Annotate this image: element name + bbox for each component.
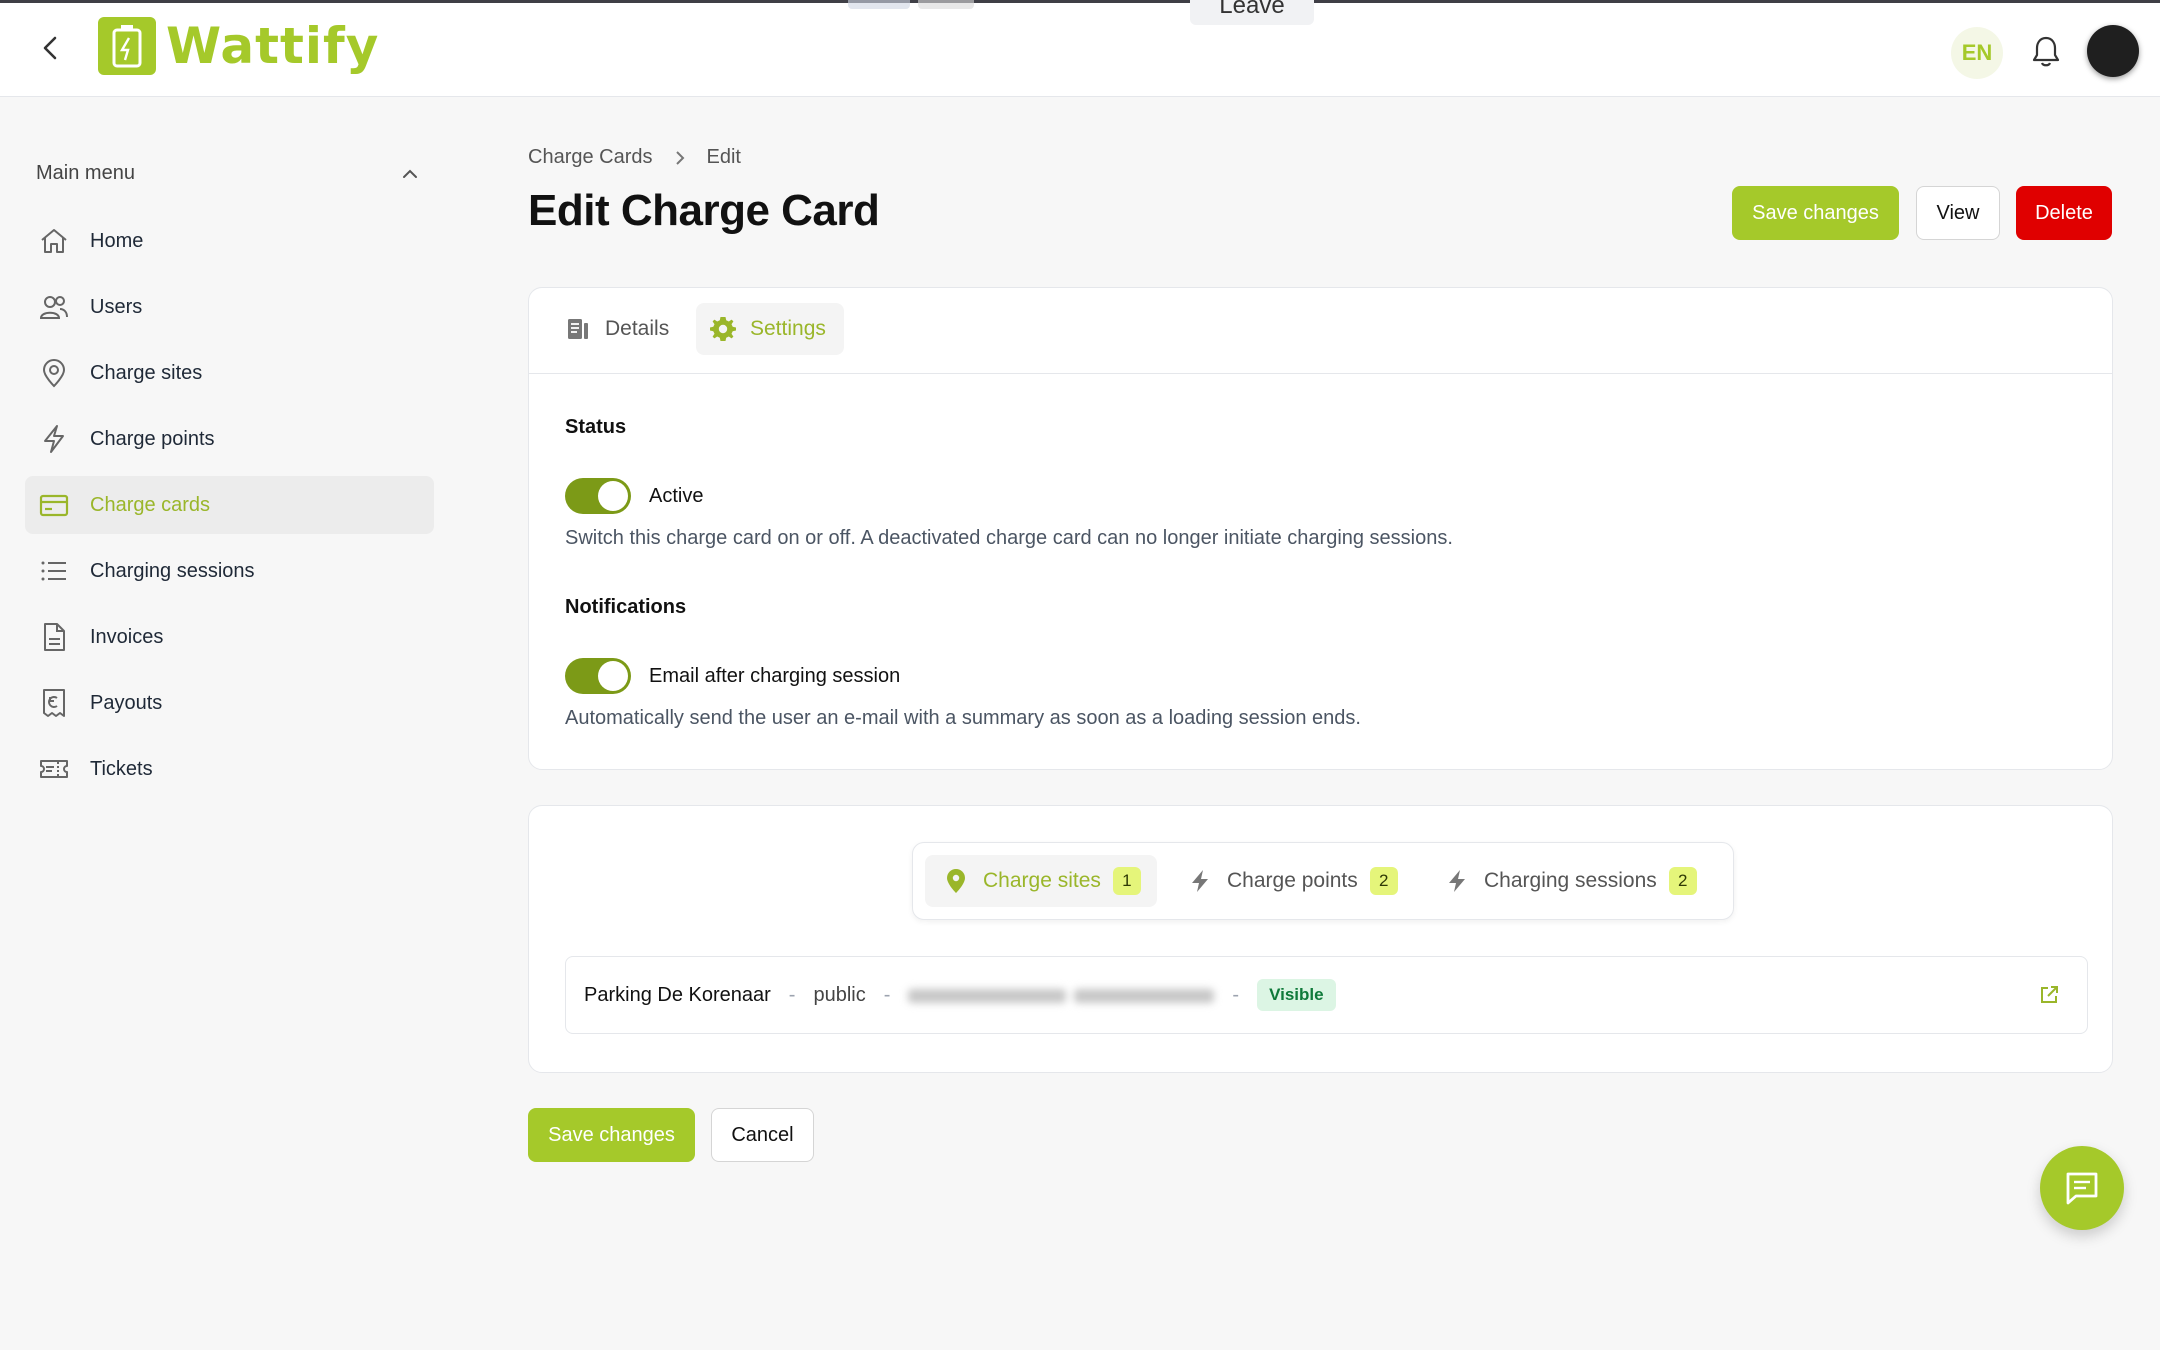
settings-card: Details Settings Status Active Switch th… (528, 287, 2113, 770)
chat-button[interactable] (2040, 1146, 2124, 1230)
map-pin-icon (941, 866, 971, 896)
cancel-button[interactable]: Cancel (711, 1108, 814, 1162)
lightning-icon (1442, 866, 1472, 896)
count-badge: 2 (1369, 867, 1398, 895)
sidebar-item-charging-sessions[interactable]: Charging sessions (25, 542, 434, 600)
sidebar-item-charge-points[interactable]: Charge points (25, 410, 434, 468)
tab-label: Charge points (1227, 869, 1358, 892)
sidebar-item-charge-cards[interactable]: Charge cards (25, 476, 434, 534)
tab-charging-sessions[interactable]: Charging sessions 2 (1426, 855, 1713, 907)
sidebar-item-label: Charging sessions (90, 559, 255, 582)
tab-charge-sites[interactable]: Charge sites 1 (925, 855, 1157, 907)
logo-text: Wattify (166, 17, 380, 75)
tab-details[interactable]: Details (551, 303, 687, 355)
tab-bar: Details Settings (529, 288, 2112, 374)
footer-save-button[interactable]: Save changes (528, 1108, 695, 1162)
sidebar-item-invoices[interactable]: Invoices (25, 608, 434, 666)
notifications-help-text: Automatically send the user an e-mail wi… (565, 707, 1361, 729)
active-toggle[interactable] (565, 478, 631, 514)
top-bar: Wattify Leave EN (0, 0, 2160, 97)
sidebar-item-tickets[interactable]: Tickets (25, 740, 434, 798)
avatar[interactable] (2087, 25, 2139, 77)
users-icon (37, 290, 71, 324)
tab-settings[interactable]: Settings (696, 303, 844, 355)
sidebar-item-users[interactable]: Users (25, 278, 434, 336)
sidebar-item-label: Invoices (90, 625, 164, 648)
sidebar-item-payouts[interactable]: Payouts (25, 674, 434, 732)
sidebar-item-charge-sites[interactable]: Charge sites (25, 344, 434, 402)
logo[interactable]: Wattify (98, 17, 379, 75)
redacted-address (908, 985, 1215, 1005)
relations-card: Charge sites 1 Charge points 2 Charging … (528, 805, 2113, 1073)
page-title: Edit Charge Card (528, 186, 880, 235)
sidebar-item-label: Home (90, 229, 144, 252)
separator: - (1232, 983, 1240, 1006)
credit-card-icon (37, 488, 71, 522)
email-toggle[interactable] (565, 658, 631, 694)
sidebar-item-label: Charge cards (90, 493, 211, 516)
active-toggle-label: Active (649, 485, 704, 507)
document-icon (37, 620, 71, 654)
email-toggle-label: Email after charging session (649, 665, 901, 687)
save-button[interactable]: Save changes (1732, 186, 1899, 240)
receipt-icon (37, 686, 71, 720)
external-link-icon[interactable] (2037, 983, 2061, 1007)
delete-button[interactable]: Delete (2016, 186, 2112, 240)
tab-label: Charging sessions (1484, 869, 1657, 892)
chevron-up-icon[interactable] (400, 164, 420, 184)
chat-icon (2062, 1168, 2102, 1208)
tab-label: Settings (750, 317, 826, 340)
bell-icon[interactable] (2030, 34, 2062, 68)
gear-icon (708, 314, 738, 344)
battery-icon (98, 17, 156, 75)
status-help-text: Switch this charge card on or off. A dea… (565, 527, 1453, 549)
tab-label: Details (605, 317, 670, 340)
toggle-knob (598, 661, 628, 691)
tab-label: Charge sites (983, 869, 1101, 892)
home-icon (37, 224, 71, 258)
back-arrow-icon[interactable] (36, 33, 66, 63)
list-item[interactable]: Parking De Korenaar - public - - Visible (565, 956, 2088, 1034)
tab-charge-points[interactable]: Charge points 2 (1169, 855, 1414, 907)
sidebar-item-label: Charge points (90, 427, 215, 450)
status-badge: Visible (1257, 979, 1336, 1011)
leave-button[interactable]: Leave (1190, 0, 1314, 25)
separator: - (883, 983, 891, 1006)
sidebar-item-label: Charge sites (90, 361, 203, 384)
status-section-title: Status (565, 416, 627, 438)
toggle-knob (598, 481, 628, 511)
site-name: Parking De Korenaar (584, 983, 771, 1006)
separator: - (788, 983, 796, 1006)
language-switcher[interactable]: EN (1951, 27, 2003, 79)
sidebar-item-label: Payouts (90, 691, 163, 714)
lightning-icon (37, 422, 71, 456)
map-pin-icon (37, 356, 71, 390)
breadcrumb: Charge Cards Edit (528, 146, 741, 169)
lightning-icon (1185, 866, 1215, 896)
site-type: public (813, 983, 866, 1006)
list-icon (37, 554, 71, 588)
view-button[interactable]: View (1916, 186, 2000, 240)
breadcrumb-parent[interactable]: Charge Cards (528, 146, 653, 169)
count-badge: 1 (1112, 867, 1141, 895)
sidebar-item-home[interactable]: Home (25, 212, 434, 270)
sidebar-heading-label: Main menu (36, 162, 135, 184)
sidebar-item-label: Tickets (90, 757, 153, 780)
relations-tabs: Charge sites 1 Charge points 2 Charging … (912, 842, 1734, 920)
document-icon (563, 314, 593, 344)
breadcrumb-current: Edit (706, 146, 741, 168)
count-badge: 2 (1668, 867, 1697, 895)
notifications-section-title: Notifications (565, 596, 687, 618)
chevron-right-icon (673, 149, 687, 167)
sidebar-item-label: Users (90, 295, 143, 318)
ticket-icon (37, 752, 71, 786)
screen-share-indicator (848, 0, 974, 25)
sidebar-heading[interactable]: Main menu (36, 162, 420, 185)
